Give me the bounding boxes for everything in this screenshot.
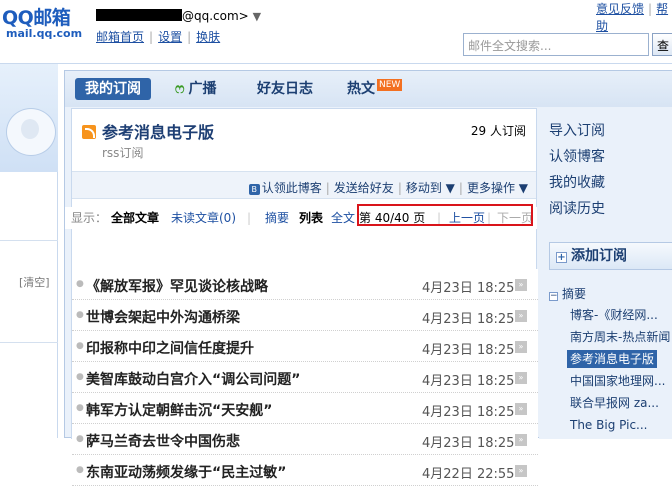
logo-url: mail.qq.com (6, 27, 83, 40)
article-date: 4月23日 18:25 (422, 405, 515, 420)
list-item[interactable]: ● 美智库鼓动白宫介入“调公司问题” 4月23日 18:25» (72, 362, 538, 393)
divider (0, 240, 58, 241)
top-header: QQ邮箱 mail.qq.com @qq.com> ▼ 邮箱首页 | 设置 | 换肤 意… (0, 0, 672, 64)
subscription-item[interactable]: 中国国家地理网... (549, 370, 672, 392)
chevron-down-icon[interactable]: ▼ (253, 10, 261, 23)
subscription-tree: − 摘要 博客-《财经网... 南方周末-热点新闻 参考消息电子版 中国国家地理网… (549, 284, 672, 436)
add-subscription-label: 添加订阅 (571, 248, 627, 264)
import-subscriptions-link[interactable]: 导入订阅 (549, 118, 605, 144)
qq-mail-logo[interactable]: QQ邮箱 mail.qq.com (2, 8, 82, 40)
article-title[interactable]: 美智库鼓动白宫介入“调公司问题” (86, 369, 300, 389)
chevron-right-icon[interactable]: » (515, 465, 527, 477)
article-date: 4月23日 18:25 (422, 343, 515, 358)
article-date: 4月23日 18:25 (422, 312, 515, 327)
view-summary[interactable]: 摘要 (265, 207, 289, 229)
chevron-right-icon[interactable]: » (515, 310, 527, 322)
tree-group-summary[interactable]: − 摘要 (549, 284, 672, 304)
blog-icon: B (248, 184, 260, 195)
filter-all-articles[interactable]: 全部文章 (111, 207, 159, 229)
article-title[interactable]: 印报称中印之间信任度提升 (86, 338, 254, 358)
subscriber-count: 29 人订阅 (470, 124, 526, 138)
top-right-links: 意见反馈 | 帮助 (596, 2, 669, 33)
divider (0, 342, 58, 343)
filter-label: 显示： (71, 211, 108, 225)
send-to-friend-button[interactable]: 发送给好友 (334, 181, 394, 195)
list-item[interactable]: ● 东南亚动荡频发缘于“民主过敏” 4月22日 22:55» (72, 455, 538, 486)
change-skin-link[interactable]: 换肤 (196, 30, 220, 44)
tab-label: 热文 (347, 81, 375, 97)
account-switcher[interactable]: @qq.com> ▼ (96, 9, 261, 23)
tab-broadcast[interactable]: ෆ 广播 (165, 78, 226, 100)
feed-title[interactable]: 参考消息电子版 (82, 119, 214, 143)
left-sidebar: [清空] (0, 64, 58, 438)
subscription-item-selected[interactable]: 参考消息电子版 (549, 348, 672, 370)
list-item[interactable]: ● 《解放军报》罕见谈论核战略 4月23日 18:25» (72, 269, 538, 300)
pagination-highlight (357, 204, 533, 226)
tab-label: 广播 (188, 81, 217, 97)
penguin-icon (6, 108, 56, 156)
header-links: 邮箱首页 | 设置 | 换肤 (96, 30, 221, 44)
article-date: 4月23日 18:25 (422, 436, 515, 451)
subscription-sidebar: 导入订阅 认领博客 我的收藏 阅读历史 + 添加订阅 − 摘要 博客-《财经网...… (539, 108, 672, 439)
article-title[interactable]: 韩军方认定朝鲜击沉“天安舰” (86, 400, 272, 420)
logo-title: QQ邮箱 (2, 7, 71, 29)
add-subscription-button[interactable]: + 添加订阅 (549, 242, 672, 270)
tab-my-subscriptions[interactable]: 我的订阅 (75, 78, 151, 100)
subscription-item[interactable]: 南方周末-热点新闻 (549, 326, 672, 348)
article-date: 4月23日 18:25 (422, 374, 515, 389)
clear-link[interactable]: [清空] (19, 274, 50, 290)
chevron-right-icon[interactable]: » (515, 341, 527, 353)
redacted-account-name (96, 9, 182, 21)
tab-hot-articles[interactable]: 热文 NEW (337, 78, 412, 100)
reader-tabs: 我的订阅 ෆ 广播 好友日志 热文 NEW (65, 71, 672, 107)
collapse-icon[interactable]: − (549, 292, 558, 301)
reading-history-link[interactable]: 阅读历史 (549, 196, 605, 222)
view-full-text[interactable]: 全文 (331, 207, 355, 229)
subscription-item[interactable]: 博客-《财经网... (549, 304, 672, 326)
article-date: 4月23日 18:25 (422, 281, 515, 296)
subscription-item[interactable]: The Big Pic... (549, 414, 672, 436)
article-title[interactable]: 世博会架起中外沟通桥梁 (86, 307, 240, 327)
article-title[interactable]: 东南亚动荡频发缘于“民主过敏” (86, 462, 286, 482)
claim-blog-button[interactable]: 认领此博客 (262, 181, 322, 195)
tab-friend-blogs[interactable]: 好友日志 (247, 78, 323, 100)
left-banner (0, 64, 58, 172)
list-item[interactable]: ● 萨马兰奇去世令中国伤悲 4月23日 18:25» (72, 424, 538, 455)
article-date: 4月22日 22:55 (422, 467, 515, 482)
group-label: 摘要 (562, 287, 587, 301)
settings-link[interactable]: 设置 (158, 30, 182, 44)
article-title[interactable]: 萨马兰奇去世令中国伤悲 (86, 431, 240, 451)
chevron-right-icon[interactable]: » (515, 279, 527, 291)
rss-icon (82, 125, 96, 139)
claim-blog-link[interactable]: 认领博客 (549, 144, 605, 170)
account-email-suffix: @qq.com> (182, 9, 249, 23)
move-to-dropdown[interactable]: 移动到 ▼ (406, 181, 455, 195)
new-badge: NEW (377, 79, 403, 91)
feedback-link[interactable]: 意见反馈 (596, 2, 644, 16)
chevron-right-icon[interactable]: » (515, 434, 527, 446)
filter-unread-articles[interactable]: 未读文章(0) (171, 207, 236, 229)
more-actions-dropdown[interactable]: 更多操作 ▼ (467, 181, 528, 195)
article-title[interactable]: 《解放军报》罕见谈论核战略 (86, 276, 268, 296)
feed-title-text: 参考消息电子版 (102, 123, 215, 142)
chevron-right-icon[interactable]: » (515, 372, 527, 384)
chevron-right-icon[interactable]: » (515, 403, 527, 415)
mail-home-link[interactable]: 邮箱首页 (96, 30, 144, 44)
list-item[interactable]: ● 印报称中印之间信任度提升 4月23日 18:25» (72, 331, 538, 362)
my-favorites-link[interactable]: 我的收藏 (549, 170, 605, 196)
feed-content: 参考消息电子版 29 人订阅 rss订阅 B 认领此博客 | 发送给好友 | 移动到 ▼ |… (71, 108, 538, 486)
feed-action-bar: B 认领此博客 | 发送给好友 | 移动到 ▼ | 更多操作 ▼ (72, 171, 536, 199)
view-list[interactable]: 列表 (299, 207, 323, 229)
broadcast-icon: ෆ (175, 81, 185, 97)
feed-type: rss订阅 (102, 146, 144, 160)
search-button[interactable]: 查 (652, 33, 672, 56)
search-input[interactable]: 邮件全文搜索... (463, 33, 649, 56)
subscription-item[interactable]: 联合早报网 za... (549, 392, 672, 414)
plus-icon: + (556, 252, 567, 263)
reader-panel: 我的订阅 ෆ 广播 好友日志 热文 NEW 参考消息电子版 29 人订阅 rss订阅… (64, 70, 672, 486)
list-item[interactable]: ● 世博会架起中外沟通桥梁 4月23日 18:25» (72, 300, 538, 331)
article-list: ● 《解放军报》罕见谈论核战略 4月23日 18:25» ● 世博会架起中外沟通桥梁 4… (72, 269, 538, 486)
list-item[interactable]: ● 韩军方认定朝鲜击沉“天安舰” 4月23日 18:25» (72, 393, 538, 424)
